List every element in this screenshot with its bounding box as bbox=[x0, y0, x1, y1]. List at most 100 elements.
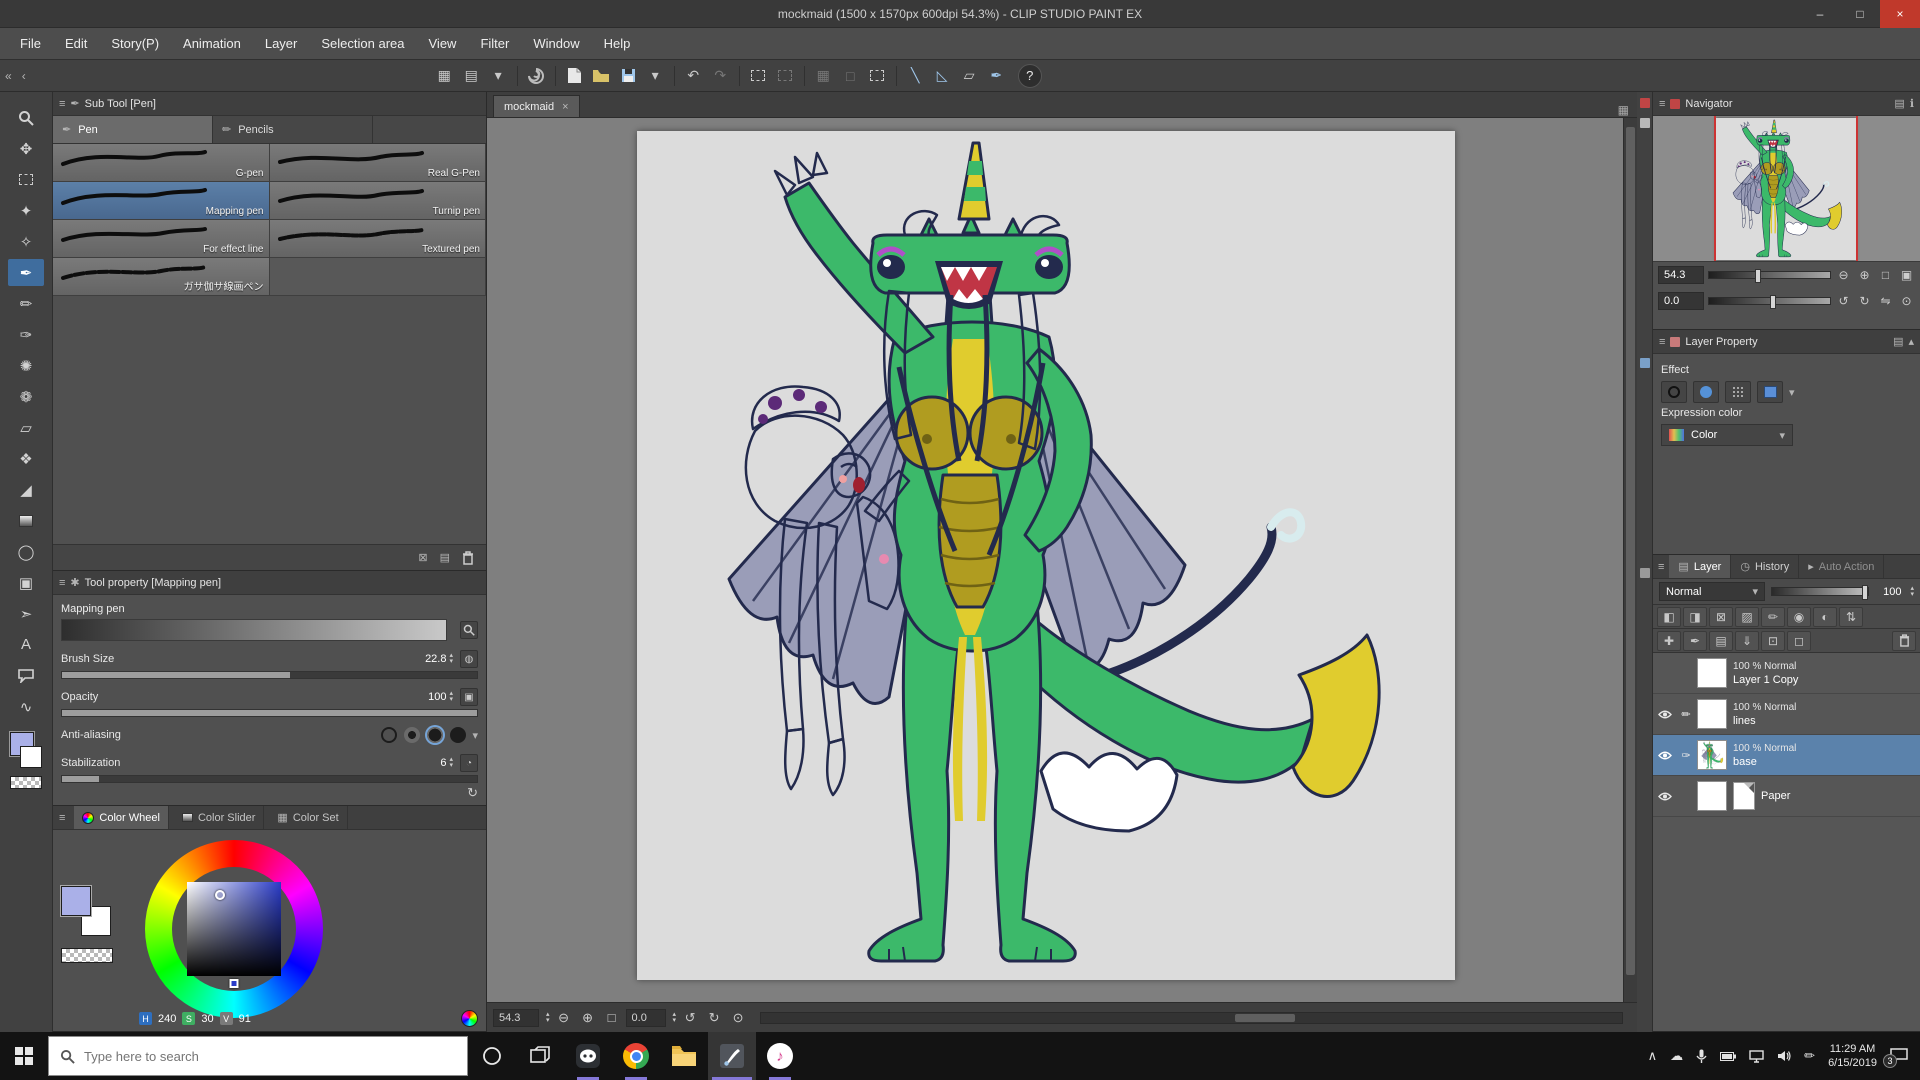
task-view-button[interactable] bbox=[516, 1032, 564, 1080]
visibility-toggle[interactable] bbox=[1653, 792, 1677, 801]
nav-rotate-ccw-icon[interactable]: ↺ bbox=[1835, 293, 1852, 310]
layer-color-button[interactable] bbox=[1757, 381, 1783, 403]
reset-view-icon[interactable]: ⊙ bbox=[728, 1008, 748, 1028]
network-icon[interactable] bbox=[1749, 1050, 1764, 1063]
transparent-color-swatch[interactable] bbox=[10, 776, 42, 789]
navigator-tab-icon[interactable] bbox=[1640, 98, 1650, 108]
stabilization-slider[interactable] bbox=[61, 775, 478, 783]
start-button[interactable] bbox=[0, 1032, 48, 1080]
airbrush-tool-icon[interactable]: ✺ bbox=[8, 352, 44, 379]
zoom-in-icon[interactable]: ⊕ bbox=[578, 1008, 598, 1028]
opacity-dynamics-icon[interactable]: ▣ bbox=[460, 688, 478, 706]
operation-tool-icon[interactable]: ➣ bbox=[8, 600, 44, 627]
stabilization-value[interactable]: 6 bbox=[410, 757, 446, 769]
brush-item-gasa-pen[interactable]: ガサ伽サ線画ペン bbox=[53, 258, 270, 296]
decoration-tool-icon[interactable]: ❁ bbox=[8, 383, 44, 410]
menu-help[interactable]: Help bbox=[592, 28, 643, 59]
delete-layer-icon[interactable] bbox=[1892, 631, 1916, 651]
invert-selection-icon[interactable]: ▦ bbox=[810, 63, 837, 88]
discord-button[interactable] bbox=[564, 1032, 612, 1080]
brush-item-mapping-pen[interactable]: Mapping pen bbox=[53, 182, 270, 220]
tab-color-slider[interactable]: Color Slider bbox=[174, 806, 264, 829]
dropdown-icon[interactable]: ▾ bbox=[485, 63, 512, 88]
lock-icon[interactable]: ⊠ bbox=[418, 551, 427, 564]
layer-row-base-selected[interactable]: ✑ 100 % Normal base bbox=[1653, 735, 1920, 776]
eyedropper-tool-icon[interactable]: ✧ bbox=[8, 228, 44, 255]
pen-pressure-icon[interactable]: ✒ bbox=[983, 63, 1010, 88]
opacity-spinner[interactable]: ▴▾ bbox=[449, 691, 453, 703]
redo-icon[interactable]: ↷ bbox=[707, 63, 734, 88]
tab-pen[interactable]: ✒ Pen bbox=[53, 116, 213, 143]
clip-studio-paint-button[interactable] bbox=[708, 1032, 756, 1080]
halftone-button[interactable] bbox=[1725, 381, 1751, 403]
zoom-spinner[interactable]: ▴▾ bbox=[546, 1012, 550, 1024]
zoom-out-icon[interactable]: ⊖ bbox=[554, 1008, 574, 1028]
itunes-button[interactable]: ♪ bbox=[756, 1032, 804, 1080]
opacity-slider[interactable] bbox=[61, 709, 478, 717]
pin-icon[interactable]: ▴ bbox=[1908, 335, 1914, 348]
selection-border-icon[interactable]: □ bbox=[837, 63, 864, 88]
stabilization-dynamics-icon[interactable]: ◔ bbox=[460, 754, 478, 772]
onedrive-cloud-icon[interactable]: ☁ bbox=[1670, 1048, 1683, 1064]
layer-row-layer1-copy[interactable]: 100 % Normal Layer 1 Copy bbox=[1653, 653, 1920, 694]
brush-size-value[interactable]: 22.8 bbox=[410, 653, 446, 665]
copy-subtool-icon[interactable]: ▤ bbox=[440, 551, 450, 564]
close-button[interactable]: × bbox=[1880, 0, 1920, 28]
collapse-left-icon[interactable]: « bbox=[0, 69, 17, 83]
rotate-cw-icon[interactable]: ↻ bbox=[704, 1008, 724, 1028]
minimize-button[interactable]: – bbox=[1800, 0, 1840, 28]
color-mixer-icon[interactable] bbox=[461, 1010, 478, 1027]
merge-down-icon[interactable]: ⊡ bbox=[1761, 631, 1785, 651]
sub-color-swatch[interactable] bbox=[20, 746, 42, 768]
dock-icon[interactable]: ▤ bbox=[1893, 335, 1903, 348]
gradient-tool-icon[interactable] bbox=[8, 507, 44, 534]
aa-none-button[interactable] bbox=[381, 727, 397, 743]
ruler-range-icon[interactable]: ⇅ bbox=[1839, 607, 1863, 627]
layer-property-tab-icon[interactable] bbox=[1640, 358, 1650, 368]
figure-tool-icon[interactable]: ◯ bbox=[8, 538, 44, 565]
layer-tab-icon[interactable] bbox=[1640, 568, 1650, 578]
expression-color-select[interactable]: Color ▾ bbox=[1661, 424, 1793, 446]
search-input[interactable] bbox=[84, 1049, 456, 1064]
save-dropdown-icon[interactable]: ▾ bbox=[642, 63, 669, 88]
panel-menu-icon[interactable]: ≡ bbox=[1653, 555, 1669, 578]
menu-story[interactable]: Story(P) bbox=[99, 28, 171, 59]
correct-line-tool-icon[interactable]: ∿ bbox=[8, 693, 44, 720]
angle-left-icon[interactable]: ‹ bbox=[17, 69, 31, 83]
trash-icon[interactable] bbox=[462, 551, 474, 565]
menu-layer[interactable]: Layer bbox=[253, 28, 310, 59]
taskbar-clock[interactable]: 11:29 AM 6/15/2019 bbox=[1828, 1042, 1877, 1070]
new-folder-icon[interactable]: ▤ bbox=[1709, 631, 1733, 651]
action-center-button[interactable]: 3 bbox=[1890, 1048, 1908, 1064]
canvas-viewport[interactable] bbox=[487, 118, 1623, 1002]
deselect-icon[interactable] bbox=[745, 63, 772, 88]
tab-list-icon[interactable]: ▦ bbox=[1610, 103, 1637, 117]
sub-view-tab-icon[interactable] bbox=[1640, 118, 1650, 128]
fill-tool-icon[interactable]: ◢ bbox=[8, 476, 44, 503]
pencil-tool-icon[interactable]: ✏ bbox=[8, 290, 44, 317]
brush-item-gpen[interactable]: G-pen bbox=[53, 144, 270, 182]
transparent-swatch[interactable] bbox=[61, 948, 113, 963]
frame-border-tool-icon[interactable]: ▣ bbox=[8, 569, 44, 596]
maximize-button[interactable]: □ bbox=[1840, 0, 1880, 28]
volume-icon[interactable] bbox=[1777, 1050, 1791, 1062]
preview-magnifier-icon[interactable] bbox=[460, 621, 478, 639]
layer-row-paper[interactable]: Paper bbox=[1653, 776, 1920, 817]
panel-menu-icon[interactable]: ≡ bbox=[1659, 336, 1665, 348]
navigator-rotation-value[interactable]: 0.0 bbox=[1658, 292, 1704, 310]
menu-selection-area[interactable]: Selection area bbox=[309, 28, 416, 59]
snap-special-icon[interactable]: ▱ bbox=[956, 63, 983, 88]
stabilization-spinner[interactable]: ▴▾ bbox=[449, 757, 453, 769]
brush-item-effect-line[interactable]: For effect line bbox=[53, 220, 270, 258]
visibility-toggle[interactable] bbox=[1653, 710, 1677, 719]
border-effect-button[interactable] bbox=[1661, 381, 1687, 403]
sub-view-icon[interactable]: ▤ bbox=[1894, 97, 1904, 110]
nav-zoom-out-icon[interactable]: ⊖ bbox=[1835, 267, 1852, 284]
menu-file[interactable]: File bbox=[8, 28, 53, 59]
zoom-tool-icon[interactable] bbox=[8, 104, 44, 131]
info-icon[interactable]: ℹ bbox=[1910, 97, 1914, 110]
main-color-swatch[interactable] bbox=[61, 886, 91, 916]
panel-menu-icon[interactable]: ≡ bbox=[53, 812, 69, 824]
layer-opacity-slider[interactable] bbox=[1771, 587, 1869, 596]
text-tool-icon[interactable]: A bbox=[8, 631, 44, 658]
